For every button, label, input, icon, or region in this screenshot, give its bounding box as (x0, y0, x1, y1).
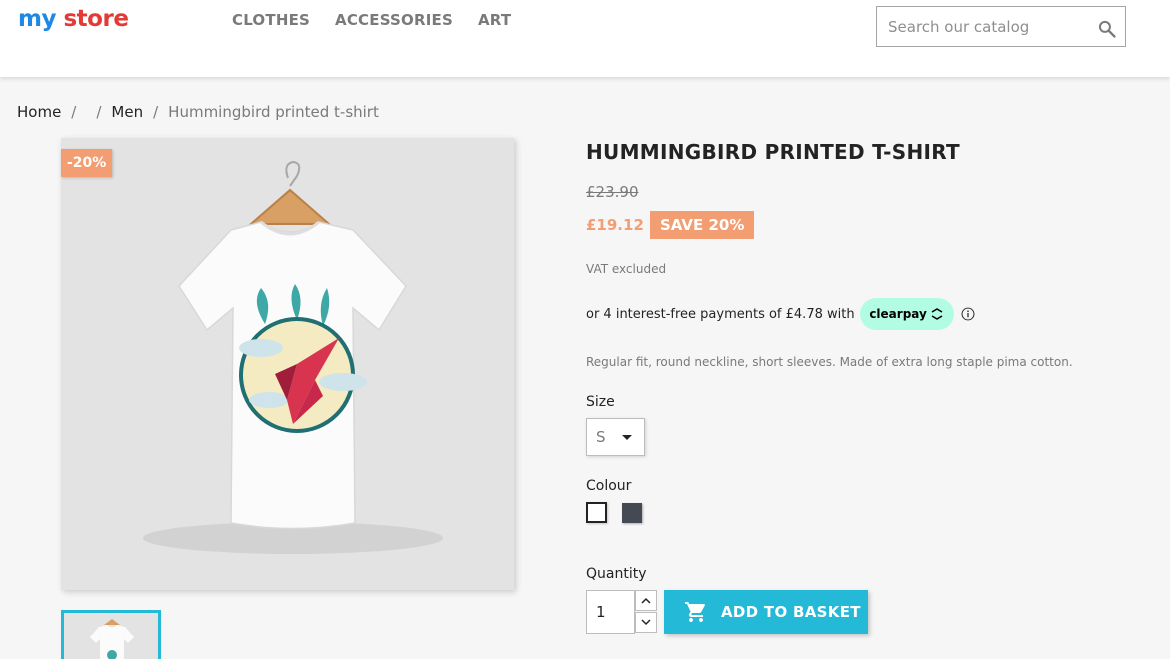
product-main-image[interactable] (61, 138, 514, 590)
logo-text-store: store (63, 6, 129, 32)
size-select[interactable]: S (586, 418, 645, 456)
caret-down-icon (622, 435, 632, 440)
breadcrumb-separator: / (153, 103, 159, 121)
breadcrumb-current: Hummingbird printed t-shirt (168, 103, 379, 121)
main-nav: CLOTHES ACCESSORIES ART (232, 10, 511, 30)
breadcrumb: Home / / Men / Hummingbird printed t-shi… (17, 101, 379, 123)
breadcrumb-home[interactable]: Home (17, 101, 61, 123)
clearpay-row: or 4 interest-free payments of £4.78 wit… (586, 298, 975, 330)
size-label: Size (586, 394, 615, 410)
breadcrumb-separator: / (71, 103, 77, 121)
search-icon[interactable] (1097, 19, 1117, 39)
colour-label: Colour (586, 478, 632, 494)
quantity-decrease-button[interactable] (635, 612, 657, 633)
discount-label: SAVE 20% (650, 211, 755, 239)
quantity-input[interactable]: 1 (586, 590, 635, 634)
quantity-increase-button[interactable] (635, 590, 657, 611)
thumbnail-image (64, 613, 158, 659)
quantity-label: Quantity (586, 566, 647, 582)
tax-label: VAT excluded (586, 262, 667, 276)
search-input[interactable] (877, 7, 1087, 46)
chevron-up-icon (641, 597, 651, 604)
clearpay-brand: clearpay (869, 307, 927, 321)
clearpay-text: or 4 interest-free payments of £4.78 wit… (586, 306, 855, 322)
search-box (876, 6, 1126, 47)
clearpay-logo[interactable]: clearpay (859, 298, 954, 330)
info-icon[interactable] (961, 307, 975, 321)
product-thumbnail[interactable] (61, 610, 161, 659)
site-header: my store CLOTHES ACCESSORIES ART (0, 0, 1170, 77)
chevron-down-icon (641, 619, 651, 626)
nav-clothes[interactable]: CLOTHES (232, 10, 310, 30)
add-to-basket-button[interactable]: ADD TO BASKET (664, 590, 868, 634)
regular-price: £23.90 (586, 183, 639, 201)
logo-text-my: my (18, 6, 56, 32)
breadcrumb-men[interactable]: Men (111, 101, 143, 123)
current-price: £19.12 (586, 216, 644, 234)
breadcrumb-separator: / (96, 103, 102, 121)
product-description: Regular fit, round neckline, short sleev… (586, 355, 1073, 369)
store-logo[interactable]: my store (18, 4, 129, 34)
discount-badge: -20% (61, 149, 113, 177)
tshirt-illustration (61, 138, 514, 590)
cart-icon (685, 602, 705, 622)
colour-swatch-white[interactable] (586, 502, 607, 523)
product-title: HUMMINGBIRD PRINTED T-SHIRT (586, 140, 960, 164)
clearpay-arrows-icon (931, 308, 943, 320)
nav-accessories[interactable]: ACCESSORIES (335, 10, 453, 30)
colour-swatch-dark[interactable] (622, 503, 642, 523)
add-to-basket-label: ADD TO BASKET (721, 603, 861, 621)
size-selected-value: S (596, 428, 606, 446)
nav-art[interactable]: ART (478, 10, 511, 30)
